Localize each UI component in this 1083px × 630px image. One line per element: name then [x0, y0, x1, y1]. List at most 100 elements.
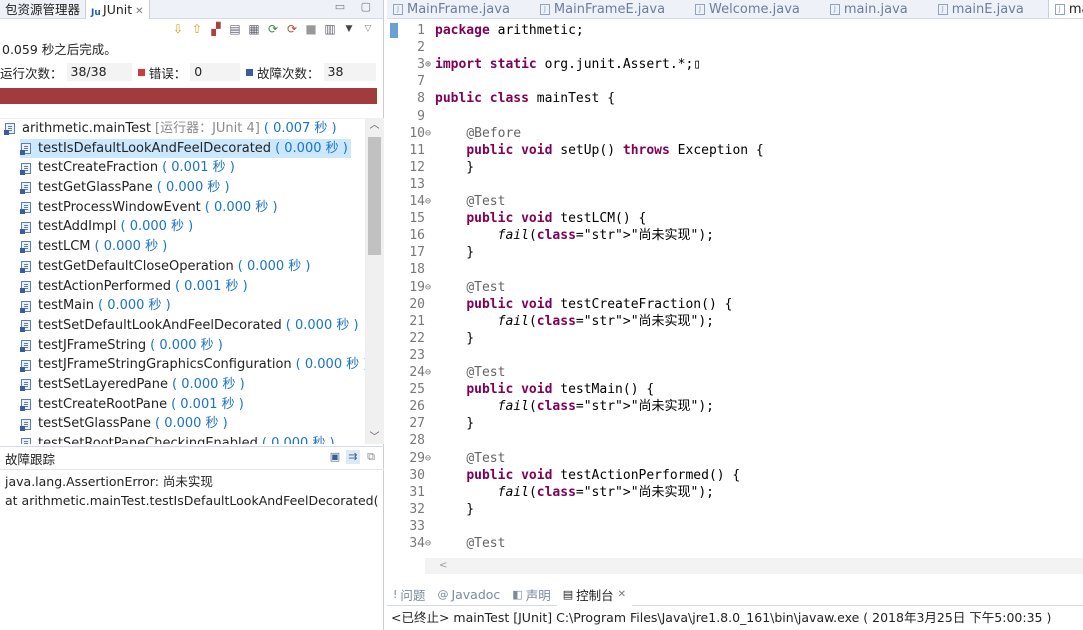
code-line[interactable]: 21 fail(class="str">"尚未实现"); [387, 313, 1083, 330]
fold-toggle-icon[interactable]: ⊖ [425, 364, 435, 381]
tab-declaration[interactable]: ◧ 声明 [506, 584, 556, 606]
code-line[interactable]: 23 [387, 347, 1083, 364]
editor-tab[interactable]: J MainFrame.java [387, 0, 516, 18]
code-line[interactable]: 30 public void testActionPerformed() { [387, 467, 1083, 484]
code-line[interactable]: 20 public void testCreateFraction() { [387, 296, 1083, 313]
editor-tab[interactable]: JmainE.java [932, 0, 1030, 18]
arrow-down-icon[interactable]: ⇩ [171, 22, 185, 36]
code-editor[interactable]: 1 package arithmetic; 2 3 ⊕ import static org… [387, 20, 1083, 558]
code-line[interactable]: 1 package arithmetic; [387, 22, 1083, 39]
test-case-row[interactable]: testIsDefaultLookAndFeelDecorated( 0.000… [0, 138, 364, 159]
code-line[interactable]: 13 [387, 176, 1083, 193]
rerun-failed-icon[interactable]: ⟳ [285, 22, 299, 36]
code-line[interactable]: 25 public void testMain() { [387, 381, 1083, 398]
compare-icon[interactable]: ⇉ [346, 450, 360, 464]
code-line[interactable]: 32 } [387, 501, 1083, 518]
test-case[interactable]: testJFrameStringGraphicsConfiguration( 0… [20, 355, 368, 375]
test-case-row[interactable]: testLCM( 0.000 秒 ) [0, 237, 364, 257]
filter-stack-icon[interactable]: ▣ [328, 450, 342, 464]
code-line[interactable]: 29 ⊖ @Test [387, 450, 1083, 467]
code-line[interactable]: 34 ⊖ @Test [387, 535, 1083, 552]
code-line[interactable]: 16 fail(class="str">"尚未实现"); [387, 227, 1083, 244]
test-case[interactable]: testSetDefaultLookAndFeelDecorated( 0.00… [20, 316, 359, 336]
code-line[interactable]: 15 public void testLCM() { [387, 210, 1083, 227]
chevron-left-icon[interactable]: < [439, 560, 447, 571]
test-case[interactable]: testProcessWindowEvent( 0.000 秒 ) [20, 198, 278, 218]
editor-horizontal-scrollbar[interactable]: < [425, 558, 1083, 574]
test-case-row[interactable]: testAddImpl( 0.000 秒 ) [0, 217, 364, 237]
test-case-row[interactable]: testCreateRootPane( 0.001 秒 ) [0, 395, 364, 415]
tab-javadoc[interactable]: @ Javadoc [431, 584, 506, 606]
code-line[interactable]: 27 } [387, 415, 1083, 432]
code-line[interactable]: 2 [387, 39, 1083, 56]
test-case[interactable]: testSetLayeredPane( 0.000 秒 ) [20, 375, 245, 395]
test-case-row[interactable]: testJFrameString( 0.000 秒 ) [0, 336, 364, 356]
test-case[interactable]: testSetGlassPane( 0.000 秒 ) [20, 414, 228, 434]
tree-scrollbar[interactable]: ︿ ﹀ [365, 119, 384, 444]
code-line[interactable]: 9 [387, 108, 1083, 125]
editor-tab[interactable]: J Welcome.java [689, 0, 806, 18]
test-case-row[interactable]: testActionPerformed( 0.001 秒 ) [0, 277, 364, 297]
history-icon[interactable]: ▞ [209, 22, 223, 36]
code-line[interactable]: 24 ⊖ @Test [387, 364, 1083, 381]
code-line[interactable]: 17 } [387, 244, 1083, 261]
tab-console[interactable]: ▤ 控制台 ✕ [556, 583, 633, 606]
code-line[interactable]: 26 fail(class="str">"尚未实现"); [387, 398, 1083, 415]
fold-toggle-icon[interactable]: ⊖ [425, 279, 435, 296]
test-case[interactable]: testLCM( 0.000 秒 ) [20, 237, 167, 257]
fold-toggle-icon[interactable]: ⊖ [425, 125, 435, 142]
editor-tab[interactable]: J MainFrameE.java [534, 0, 671, 18]
test-case-row[interactable]: testSetLayeredPane( 0.000 秒 ) [0, 375, 364, 395]
test-case-row[interactable]: testMain( 0.000 秒 ) [0, 296, 364, 316]
code-line[interactable]: 19 ⊖ @Test [387, 279, 1083, 296]
code-line[interactable]: 10 ⊖ @Before [387, 125, 1083, 142]
test-case[interactable]: testAddImpl( 0.000 秒 ) [20, 217, 193, 237]
history-menu-icon[interactable]: ▥ [323, 22, 337, 36]
stop-icon[interactable]: ■ [304, 22, 318, 36]
test-case-row[interactable]: testSetRootPaneCheckingEnabled( 0.000 秒 … [0, 434, 364, 444]
test-case-row[interactable]: testSetDefaultLookAndFeelDecorated( 0.00… [0, 316, 364, 336]
test-case[interactable]: testSetRootPaneCheckingEnabled( 0.000 秒 … [20, 434, 335, 444]
code-line[interactable]: 11 public void setUp() throws Exception … [387, 142, 1083, 159]
close-icon[interactable]: ✕ [135, 6, 143, 17]
trace-line-exception[interactable]: java.lang.AssertionError: 尚未实现 [5, 472, 384, 491]
editor-tab[interactable]: JmainTest.java [1047, 0, 1083, 18]
selected-test-case[interactable]: testIsDefaultLookAndFeelDecorated( 0.000… [20, 138, 351, 159]
chevron-up-icon[interactable]: ︿ [365, 119, 384, 133]
fold-toggle-icon[interactable]: ⊖ [425, 450, 435, 467]
test-case-row[interactable]: testProcessWindowEvent( 0.000 秒 ) [0, 198, 364, 218]
tab-package-explorer[interactable]: 包资源管理器 [0, 0, 85, 19]
test-case-row[interactable]: testCreateFraction( 0.001 秒 ) [0, 158, 364, 178]
failures-only-icon[interactable]: ▦ [247, 22, 261, 36]
chevron-down-icon[interactable]: ﹀ [365, 431, 384, 444]
trace-line-frame[interactable]: at arithmetic.mainTest.testIsDefaultLook… [5, 491, 384, 510]
tab-junit[interactable]: Ju JUnit ✕ [85, 0, 150, 19]
arrow-up-icon[interactable]: ⇧ [190, 22, 204, 36]
test-case[interactable]: testGetDefaultCloseOperation( 0.000 秒 ) [20, 257, 311, 277]
code-line[interactable]: 3 ⊕ import static org.junit.Assert.*;▯ [387, 56, 1083, 73]
view-menu-icon[interactable]: ▽ [361, 22, 375, 36]
code-line[interactable]: 18 [387, 261, 1083, 278]
test-case[interactable]: testActionPerformed( 0.001 秒 ) [20, 277, 248, 297]
chevron-down-icon[interactable]: ▼ [342, 22, 356, 36]
copy-trace-icon[interactable]: ⧉ [364, 450, 378, 464]
close-icon[interactable]: ✕ [618, 589, 626, 600]
test-case[interactable]: testCreateFraction( 0.001 秒 ) [20, 158, 235, 178]
fold-toggle-icon[interactable]: ⊖ [425, 535, 435, 552]
code-line[interactable]: 31 fail(class="str">"尚未实现"); [387, 484, 1083, 501]
code-line[interactable]: 33 [387, 518, 1083, 535]
test-case-row[interactable]: testGetDefaultCloseOperation( 0.000 秒 ) [0, 257, 364, 277]
code-line[interactable]: 8 public class mainTest { [387, 90, 1083, 107]
editor-tab[interactable]: Jmain.java [824, 0, 914, 18]
tab-problems[interactable]: ! 问题 [387, 584, 431, 606]
scrollbar-thumb[interactable] [368, 137, 381, 255]
test-case-row[interactable]: testGetGlassPane( 0.000 秒 ) [0, 178, 364, 198]
code-line[interactable]: 12 } [387, 159, 1083, 176]
layout-icon[interactable]: ▤ [228, 22, 242, 36]
test-case-row[interactable]: testSetGlassPane( 0.000 秒 ) [0, 414, 364, 434]
fold-toggle-icon[interactable]: ⊖ [425, 193, 435, 210]
test-case[interactable]: testGetGlassPane( 0.000 秒 ) [20, 178, 230, 198]
code-line[interactable]: 28 [387, 432, 1083, 449]
test-case[interactable]: testCreateRootPane( 0.001 秒 ) [20, 395, 244, 415]
code-line[interactable]: 22 } [387, 330, 1083, 347]
